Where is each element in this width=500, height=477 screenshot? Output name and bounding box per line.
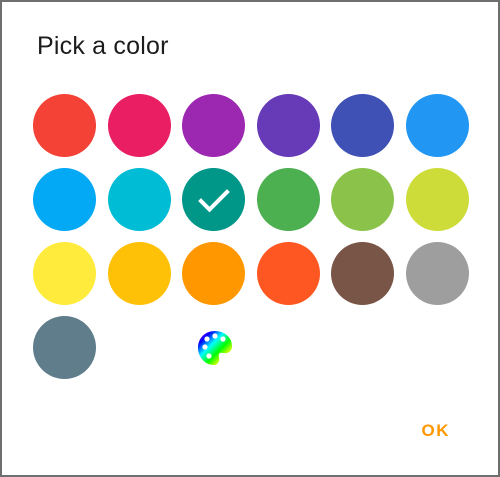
dialog-title: Pick a color bbox=[37, 32, 169, 60]
swatch-cyan[interactable] bbox=[107, 168, 171, 231]
swatch-lime[interactable] bbox=[406, 168, 469, 231]
swatch-teal[interactable] bbox=[182, 168, 246, 231]
swatch-pink[interactable] bbox=[107, 94, 171, 157]
swatch-green[interactable] bbox=[256, 168, 320, 231]
swatch-deep-orange[interactable] bbox=[256, 242, 320, 305]
swatch-amber[interactable] bbox=[107, 242, 171, 305]
palette-icon bbox=[197, 331, 232, 365]
color-picker-dialog: Pick a color OK bbox=[0, 0, 500, 477]
swatch-light-blue[interactable] bbox=[33, 168, 96, 231]
swatch-blue-grey[interactable] bbox=[33, 316, 96, 379]
checkmark-icon bbox=[198, 189, 231, 213]
swatch-grey[interactable] bbox=[406, 242, 469, 305]
swatch-red[interactable] bbox=[33, 94, 96, 157]
color-swatch-grid bbox=[33, 94, 473, 394]
swatch-deep-purple[interactable] bbox=[256, 94, 320, 157]
swatch-blue[interactable] bbox=[406, 94, 469, 157]
swatch-brown[interactable] bbox=[331, 242, 395, 305]
swatch-purple[interactable] bbox=[182, 94, 246, 157]
swatch-yellow[interactable] bbox=[33, 242, 96, 305]
ok-button[interactable]: OK bbox=[420, 417, 453, 445]
swatch-light-green[interactable] bbox=[331, 168, 395, 231]
custom-color-button[interactable] bbox=[195, 328, 235, 368]
swatch-indigo[interactable] bbox=[331, 94, 395, 157]
swatch-orange[interactable] bbox=[182, 242, 246, 305]
